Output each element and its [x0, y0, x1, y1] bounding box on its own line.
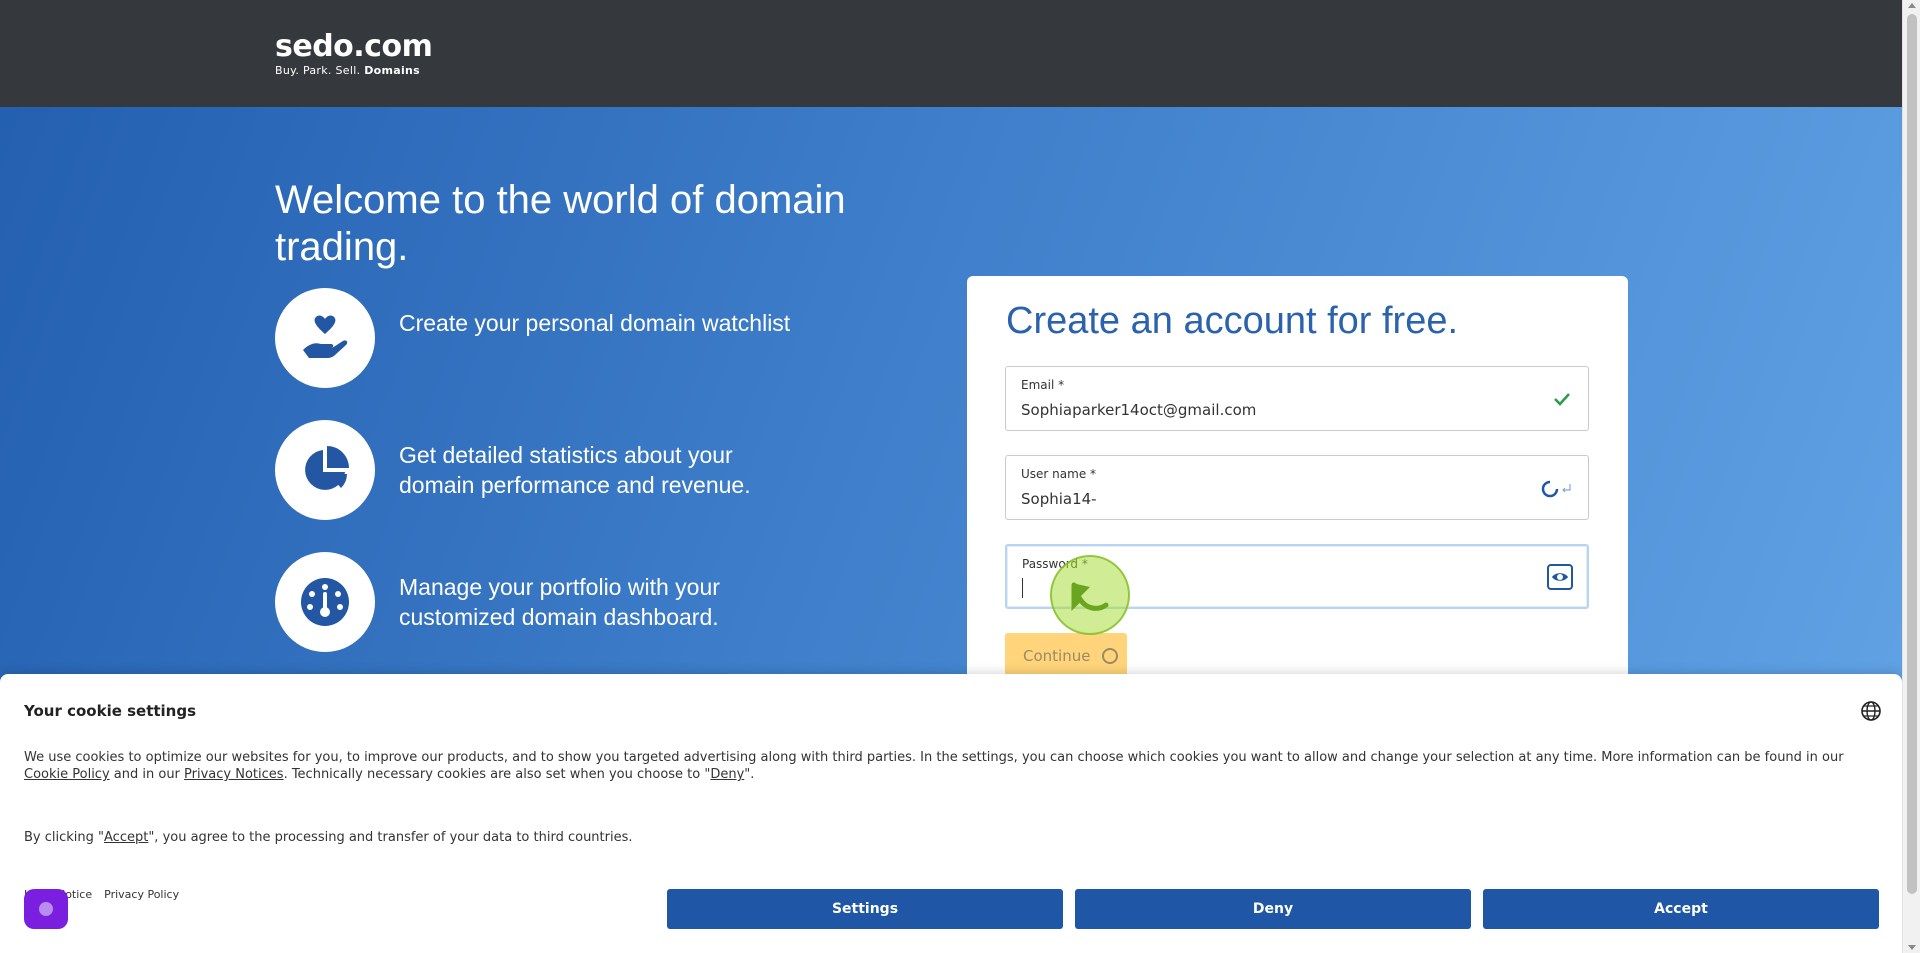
sedo-logo[interactable]: sedo.com Buy. Park. Sell. Domains [275, 29, 433, 78]
logo-tagline-plain: Buy. Park. Sell. [275, 64, 361, 77]
logo-tagline: Buy. Park. Sell. Domains [275, 64, 432, 77]
cookie-text-part: and in our [109, 767, 185, 782]
deny-inline-link[interactable]: Deny [710, 767, 744, 782]
feature-text: Create your personal domain watchlist [399, 310, 791, 336]
feature-dashboard: Manage your portfolio with your customiz… [275, 552, 835, 652]
cookie-banner: Your cookie settings We use cookies to o… [0, 674, 1902, 953]
scroll-thumb[interactable] [1907, 14, 1917, 894]
eye-icon[interactable] [1547, 564, 1573, 594]
privacy-policy-link[interactable]: Privacy Policy [104, 888, 179, 901]
text-cursor [1022, 578, 1023, 598]
email-field[interactable]: Email * Sophiaparker14oct@gmail.com [1005, 366, 1589, 431]
cookie-deny-button[interactable]: Deny [1075, 889, 1471, 929]
hero-title: Welcome to the world of domain trading. [275, 178, 846, 269]
username-label: User name * [1021, 467, 1097, 481]
feature-icon-circle [275, 420, 375, 520]
accept-inline-link[interactable]: Accept [104, 830, 148, 845]
feature-icon-circle [275, 288, 375, 388]
cookie-settings-button[interactable]: Settings [667, 889, 1063, 929]
cookie-text-part: We use cookies to optimize our websites … [24, 750, 1844, 765]
email-label: Email * [1021, 378, 1065, 392]
cursor-arrow-icon [1071, 582, 1109, 612]
loading-spinner-icon [1540, 478, 1572, 504]
accept-text-part: By clicking " [24, 830, 105, 845]
feature-text: Get detailed statistics about your domai… [399, 442, 751, 498]
cookie-text-part: ". [744, 767, 755, 782]
continue-button[interactable]: Continue [1005, 633, 1127, 679]
continue-label: Continue [1023, 647, 1091, 665]
click-indicator [1050, 555, 1130, 635]
hand-heart-icon [303, 315, 348, 358]
pie-chart-icon [305, 446, 349, 490]
username-value: Sophia14- [1021, 490, 1097, 508]
cookie-title: Your cookie settings [24, 702, 197, 720]
feature-text: Manage your portfolio with your customiz… [399, 574, 720, 630]
checkmark-icon [1552, 389, 1572, 413]
feature-icon-circle [275, 552, 375, 652]
feature-statistics: Get detailed statistics about your domai… [275, 420, 835, 520]
username-field[interactable]: User name * Sophia14- [1005, 455, 1589, 520]
cookie-description: We use cookies to optimize our websites … [24, 749, 1884, 783]
cookie-accept-notice: By clicking "Accept", you agree to the p… [24, 830, 633, 845]
logo-tagline-bold: Domains [364, 64, 421, 77]
logo-wordmark: sedo.com [275, 29, 433, 64]
cookie-accept-button[interactable]: Accept [1483, 889, 1879, 929]
support-widget-button[interactable] [24, 889, 68, 929]
widget-dot-icon [39, 902, 53, 916]
privacy-notices-link[interactable]: Privacy Notices [184, 767, 284, 782]
globe-icon[interactable] [1860, 700, 1882, 726]
cookie-policy-link[interactable]: Cookie Policy [24, 767, 110, 782]
email-value: Sophiaparker14oct@gmail.com [1021, 401, 1257, 419]
feature-watchlist: Create your personal domain watchlist [275, 288, 835, 388]
signup-title: Create an account for free. [1006, 300, 1459, 342]
accept-text-part: ", you agree to the processing and trans… [148, 830, 633, 845]
dashboard-gauge-icon [301, 578, 349, 626]
cookie-text-part: . Technically necessary cookies are also… [283, 767, 711, 782]
signup-card: Create an account for free. Email * Soph… [967, 276, 1628, 736]
page-scrollbar[interactable] [1902, 0, 1920, 953]
top-header: sedo.com Buy. Park. Sell. Domains [0, 0, 1902, 107]
scroll-down-arrow-icon[interactable] [1908, 945, 1916, 950]
loading-ring-icon [1102, 648, 1119, 664]
scroll-up-arrow-icon[interactable] [1908, 3, 1916, 8]
